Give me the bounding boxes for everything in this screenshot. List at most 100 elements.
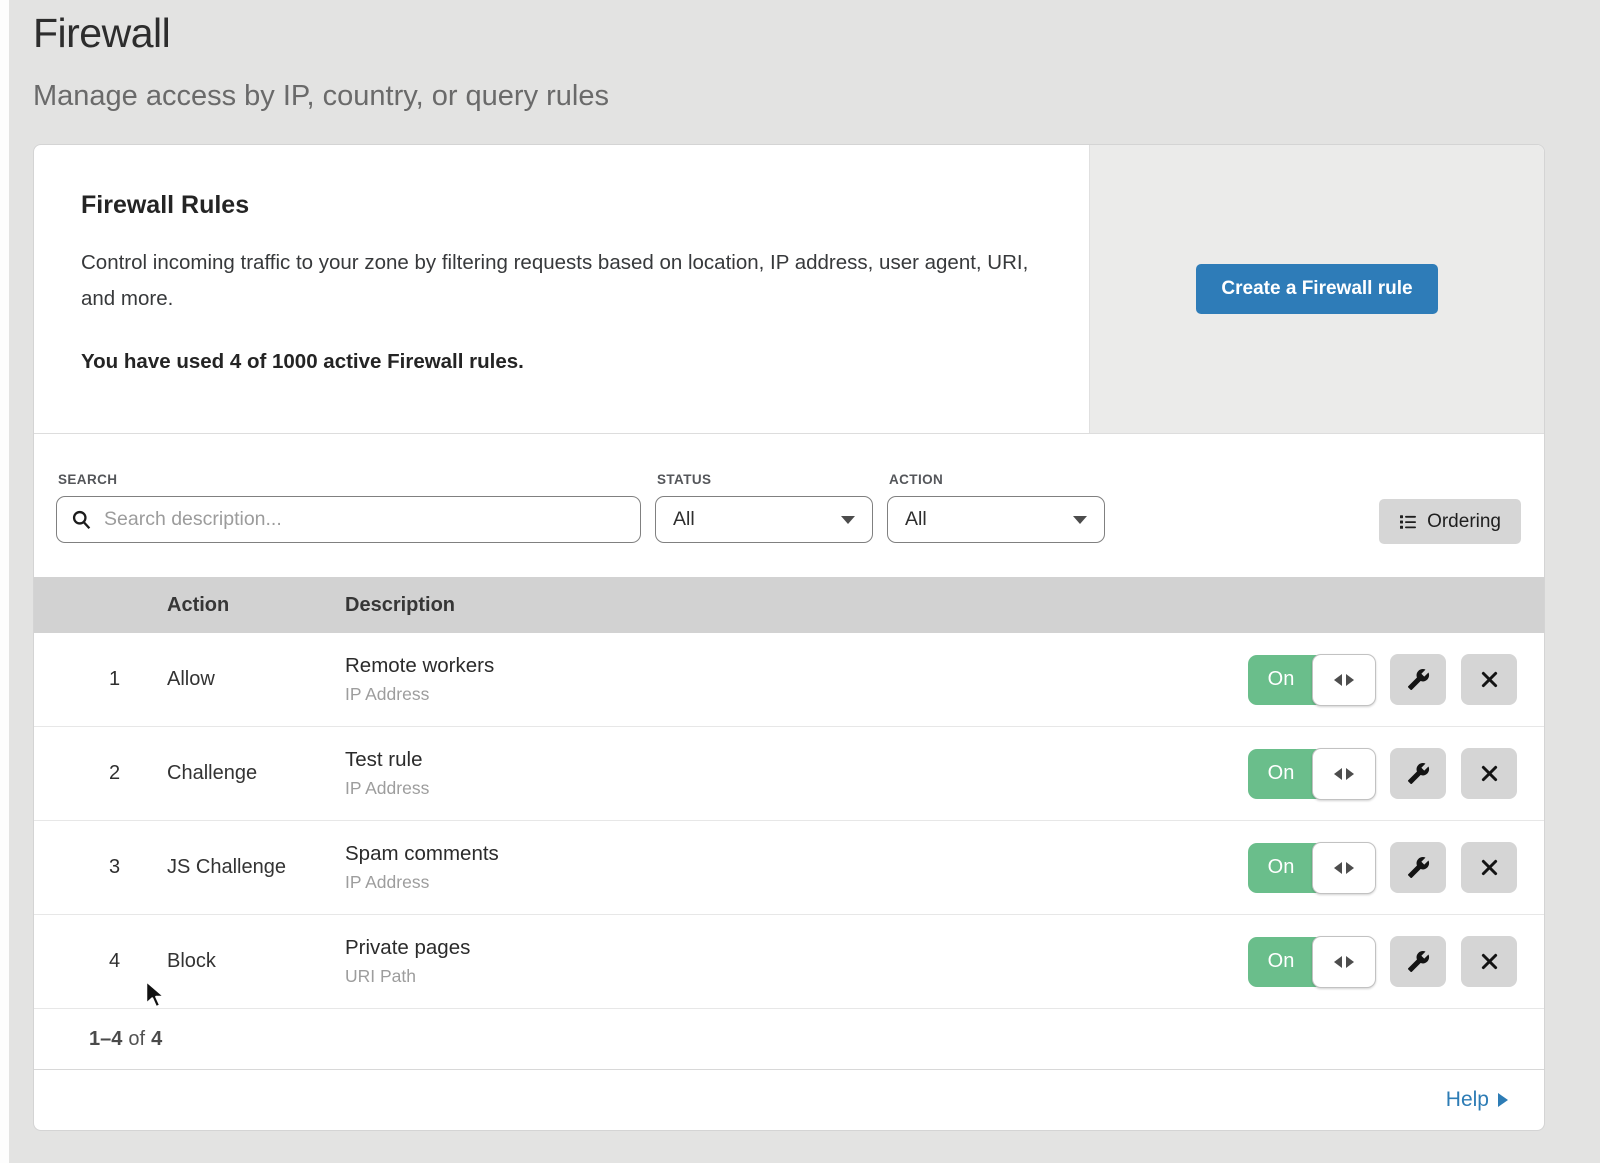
action-selected-value: All	[905, 508, 927, 531]
search-input[interactable]	[102, 507, 626, 532]
rule-match-type: IP Address	[345, 778, 1244, 799]
page-subtitle: Manage access by IP, country, or query r…	[33, 80, 1600, 113]
search-box[interactable]	[56, 496, 641, 543]
delete-rule-button[interactable]	[1461, 748, 1517, 799]
filters-bar: SEARCH STATUS All ACTION All	[34, 434, 1544, 577]
rule-enable-toggle[interactable]: On	[1248, 843, 1375, 893]
rule-match-type: IP Address	[345, 684, 1244, 705]
right-triangle-icon	[1498, 1093, 1508, 1107]
rule-match-type: IP Address	[345, 872, 1244, 893]
left-edge-strip	[0, 0, 9, 1163]
help-row: Help	[34, 1070, 1544, 1130]
wrench-icon	[1407, 950, 1430, 973]
page-header: Firewall Manage access by IP, country, o…	[0, 0, 1600, 113]
table-row: 3 JS Challenge Spam comments IP Address …	[34, 821, 1544, 915]
left-right-arrows-icon	[1346, 768, 1354, 780]
rule-description: Spam comments	[345, 842, 1244, 866]
x-icon	[1479, 857, 1500, 878]
ordering-button-label: Ordering	[1427, 511, 1501, 533]
rule-priority-number: 3	[34, 856, 167, 879]
left-right-arrows-icon	[1346, 862, 1354, 874]
rules-table-body: 1 Allow Remote workers IP Address On	[34, 633, 1544, 1009]
help-link[interactable]: Help	[1446, 1088, 1508, 1112]
delete-rule-button[interactable]	[1461, 654, 1517, 705]
action-select[interactable]: All	[887, 496, 1105, 543]
pagination-range: 1–4	[89, 1028, 122, 1051]
create-firewall-rule-button[interactable]: Create a Firewall rule	[1196, 264, 1437, 314]
action-filter-group: ACTION All	[887, 472, 1105, 543]
x-icon	[1479, 951, 1500, 972]
status-select[interactable]: All	[655, 496, 873, 543]
page-title: Firewall	[33, 10, 1600, 57]
rule-priority-number: 1	[34, 668, 167, 691]
wrench-icon	[1407, 762, 1430, 785]
x-icon	[1479, 669, 1500, 690]
down-triangle-icon	[841, 516, 855, 524]
rule-description: Test rule	[345, 748, 1244, 772]
rule-description: Remote workers	[345, 654, 1244, 678]
toggle-handle[interactable]	[1312, 842, 1376, 894]
edit-rule-button[interactable]	[1390, 842, 1446, 893]
pagination: 1–4 of 4	[34, 1009, 1544, 1070]
card-intro: Firewall Rules Control incoming traffic …	[34, 145, 1089, 433]
rule-match-type: URI Path	[345, 966, 1244, 987]
rule-controls: On	[1244, 842, 1544, 893]
table-row: 2 Challenge Test rule IP Address On	[34, 727, 1544, 821]
delete-rule-button[interactable]	[1461, 842, 1517, 893]
wrench-icon	[1407, 668, 1430, 691]
toggle-handle[interactable]	[1312, 654, 1376, 706]
rule-enable-toggle[interactable]: On	[1248, 937, 1375, 987]
edit-rule-button[interactable]	[1390, 654, 1446, 705]
status-label: STATUS	[657, 472, 873, 487]
delete-rule-button[interactable]	[1461, 936, 1517, 987]
rule-enable-toggle[interactable]: On	[1248, 749, 1375, 799]
card-top-section: Firewall Rules Control incoming traffic …	[34, 145, 1544, 434]
table-row: 4 Block Private pages URI Path On	[34, 915, 1544, 1009]
toggle-handle[interactable]	[1312, 936, 1376, 988]
table-row: 1 Allow Remote workers IP Address On	[34, 633, 1544, 727]
toggle-state-label: On	[1248, 749, 1314, 799]
action-label: ACTION	[889, 472, 1105, 487]
rule-controls: On	[1244, 654, 1544, 705]
edit-rule-button[interactable]	[1390, 748, 1446, 799]
left-right-arrows-icon	[1334, 862, 1342, 874]
rule-enable-toggle[interactable]: On	[1248, 655, 1375, 705]
search-filter-group: SEARCH	[56, 472, 641, 543]
rule-controls: On	[1244, 936, 1544, 987]
left-right-arrows-icon	[1346, 674, 1354, 686]
pagination-total: 4	[151, 1028, 162, 1051]
rule-description-cell: Remote workers IP Address	[345, 654, 1244, 705]
usage-summary: You have used 4 of 1000 active Firewall …	[81, 350, 1029, 374]
card-heading: Firewall Rules	[81, 191, 1029, 220]
card-aside: Create a Firewall rule	[1089, 145, 1544, 433]
rule-description: Private pages	[345, 936, 1244, 960]
rule-controls: On	[1244, 748, 1544, 799]
toggle-handle[interactable]	[1312, 748, 1376, 800]
rule-action: Block	[167, 950, 345, 973]
rule-description-cell: Private pages URI Path	[345, 936, 1244, 987]
wrench-icon	[1407, 856, 1430, 879]
search-label: SEARCH	[58, 472, 641, 487]
rule-action: JS Challenge	[167, 856, 345, 879]
ordering-button[interactable]: Ordering	[1379, 499, 1521, 544]
list-icon	[1399, 513, 1417, 531]
toggle-state-label: On	[1248, 843, 1314, 893]
help-link-label: Help	[1446, 1088, 1489, 1112]
left-right-arrows-icon	[1334, 768, 1342, 780]
down-triangle-icon	[1073, 516, 1087, 524]
rule-priority-number: 4	[34, 950, 167, 973]
toggle-state-label: On	[1248, 937, 1314, 987]
status-selected-value: All	[673, 508, 695, 531]
status-filter-group: STATUS All	[655, 472, 873, 543]
rule-description-cell: Spam comments IP Address	[345, 842, 1244, 893]
rule-priority-number: 2	[34, 762, 167, 785]
firewall-rules-card: Firewall Rules Control incoming traffic …	[33, 144, 1545, 1131]
x-icon	[1479, 763, 1500, 784]
magnifier-icon	[71, 509, 92, 530]
rule-action: Challenge	[167, 762, 345, 785]
pagination-of: of	[128, 1028, 145, 1051]
rules-table-header: Action Description	[34, 577, 1544, 633]
edit-rule-button[interactable]	[1390, 936, 1446, 987]
rule-description-cell: Test rule IP Address	[345, 748, 1244, 799]
column-header-action: Action	[167, 594, 345, 617]
